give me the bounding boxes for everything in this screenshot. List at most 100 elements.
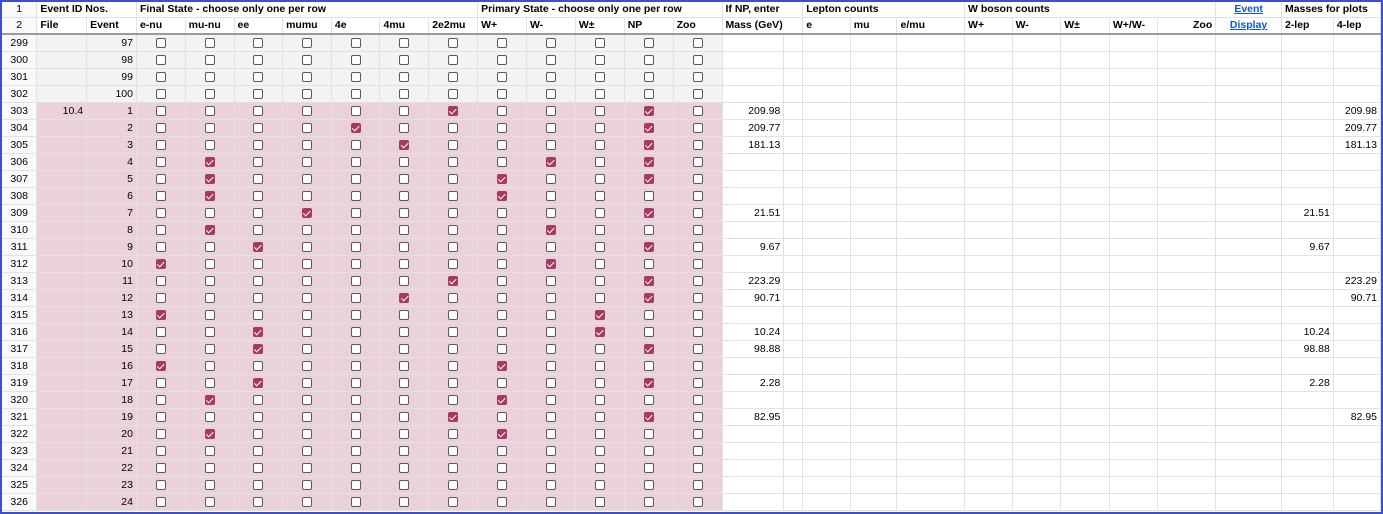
w-boson-count-cell[interactable] — [1109, 102, 1158, 120]
w-boson-count-cell[interactable] — [1109, 68, 1158, 86]
w-boson-count-cell[interactable] — [964, 374, 1013, 392]
event-display-cell[interactable] — [1215, 391, 1282, 409]
mass-cell[interactable]: 82.95 — [722, 408, 785, 426]
checkbox-checked[interactable] — [448, 411, 459, 422]
w-boson-count-cell[interactable] — [1157, 170, 1217, 188]
checkbox-unchecked[interactable] — [253, 275, 264, 286]
mass-cell[interactable]: 9.67 — [722, 238, 785, 256]
empty-cell[interactable] — [783, 187, 804, 205]
checkbox-unchecked[interactable] — [155, 343, 166, 354]
checkbox-unchecked[interactable] — [545, 394, 556, 405]
final-state-cell[interactable] — [331, 68, 381, 86]
primary-state-cell[interactable] — [673, 493, 723, 511]
final-state-cell[interactable] — [428, 204, 479, 222]
w-boson-count-cell[interactable] — [964, 340, 1013, 358]
primary-state-cell[interactable] — [624, 136, 674, 154]
primary-state-cell[interactable] — [624, 289, 674, 307]
w-boson-count-cell[interactable] — [1012, 187, 1062, 205]
primary-state-cell[interactable] — [673, 323, 723, 341]
file-cell[interactable] — [36, 119, 88, 137]
checkbox-unchecked[interactable] — [497, 445, 507, 456]
w-boson-count-cell[interactable] — [1109, 187, 1158, 205]
checkbox-unchecked[interactable] — [545, 445, 556, 456]
primary-state-cell[interactable] — [673, 119, 723, 137]
primary-state-cell[interactable] — [673, 255, 723, 273]
primary-state-cell[interactable] — [624, 170, 674, 188]
primary-state-cell[interactable] — [673, 204, 723, 222]
lepton-count-cell[interactable] — [896, 306, 966, 324]
checkbox-unchecked[interactable] — [399, 190, 410, 201]
checkbox-unchecked[interactable] — [302, 326, 312, 337]
mass-2-lep-cell[interactable]: 98.88 — [1281, 340, 1334, 358]
checkbox-unchecked[interactable] — [155, 190, 166, 201]
final-state-cell[interactable] — [428, 187, 479, 205]
mass-4-lep-cell[interactable] — [1333, 476, 1381, 494]
primary-state-cell[interactable] — [575, 425, 625, 443]
checkbox-unchecked[interactable] — [399, 411, 410, 422]
file-cell[interactable] — [36, 68, 88, 86]
checkbox-unchecked[interactable] — [253, 156, 264, 167]
final-state-cell[interactable] — [428, 51, 479, 69]
mass-cell[interactable]: 98.88 — [722, 340, 785, 358]
checkbox-unchecked[interactable] — [594, 258, 605, 269]
event-cell[interactable]: 13 — [86, 306, 137, 324]
checkbox-unchecked[interactable] — [155, 122, 166, 133]
checkbox-checked[interactable] — [448, 275, 459, 286]
file-cell[interactable] — [36, 204, 88, 222]
final-state-cell[interactable] — [185, 51, 235, 69]
checkbox-unchecked[interactable] — [350, 88, 361, 99]
lepton-count-cell[interactable] — [896, 170, 966, 188]
primary-state-cell[interactable] — [526, 238, 576, 256]
mass-2-lep-cell[interactable] — [1281, 68, 1334, 86]
final-state-cell[interactable] — [428, 493, 479, 511]
primary-state-cell[interactable] — [575, 170, 625, 188]
checkbox-unchecked[interactable] — [594, 479, 605, 490]
checkbox-unchecked[interactable] — [448, 445, 459, 456]
w-boson-count-cell[interactable] — [1012, 170, 1062, 188]
checkbox-unchecked[interactable] — [302, 190, 312, 201]
final-state-cell[interactable] — [282, 340, 332, 358]
checkbox-unchecked[interactable] — [448, 326, 459, 337]
checkbox-checked[interactable] — [155, 258, 166, 269]
w-boson-count-cell[interactable] — [964, 493, 1013, 511]
final-state-cell[interactable] — [135, 476, 186, 494]
checkbox-unchecked[interactable] — [692, 343, 703, 354]
file-cell[interactable] — [36, 357, 88, 375]
checkbox-unchecked[interactable] — [350, 394, 361, 405]
empty-cell[interactable] — [783, 391, 804, 409]
primary-state-cell[interactable] — [673, 102, 723, 120]
col-header-lep-mu[interactable]: mu — [850, 17, 898, 35]
final-state-cell[interactable] — [135, 425, 186, 443]
checkbox-unchecked[interactable] — [204, 479, 215, 490]
w-boson-count-cell[interactable] — [1060, 68, 1110, 86]
checkbox-unchecked[interactable] — [448, 224, 459, 235]
mass-cell[interactable] — [722, 68, 785, 86]
final-state-cell[interactable] — [331, 119, 381, 137]
checkbox-checked[interactable] — [643, 173, 654, 184]
primary-state-cell[interactable] — [477, 204, 527, 222]
final-state-cell[interactable] — [282, 357, 332, 375]
w-boson-count-cell[interactable] — [1157, 51, 1217, 69]
final-state-cell[interactable] — [135, 187, 186, 205]
lepton-count-cell[interactable] — [802, 272, 851, 290]
col-header-w-plus[interactable]: W+ — [477, 17, 527, 35]
mass-4-lep-cell[interactable]: 90.71 — [1333, 289, 1381, 307]
mass-cell[interactable] — [722, 425, 785, 443]
w-boson-count-cell[interactable] — [1060, 459, 1110, 477]
final-state-cell[interactable] — [185, 170, 235, 188]
file-cell[interactable]: 10.4 — [36, 102, 88, 120]
w-boson-count-cell[interactable] — [1012, 289, 1062, 307]
checkbox-unchecked[interactable] — [643, 428, 654, 439]
lepton-count-cell[interactable] — [802, 493, 851, 511]
final-state-cell[interactable] — [185, 391, 235, 409]
empty-cell[interactable] — [783, 136, 804, 154]
checkbox-unchecked[interactable] — [204, 54, 215, 65]
lepton-count-cell[interactable] — [802, 425, 851, 443]
mass-2-lep-cell[interactable] — [1281, 493, 1334, 511]
checkbox-checked[interactable] — [545, 258, 556, 269]
primary-state-cell[interactable] — [526, 493, 576, 511]
lepton-count-cell[interactable] — [850, 306, 898, 324]
primary-state-cell[interactable] — [624, 357, 674, 375]
w-boson-count-cell[interactable] — [1012, 68, 1062, 86]
event-display-cell[interactable] — [1215, 357, 1282, 375]
